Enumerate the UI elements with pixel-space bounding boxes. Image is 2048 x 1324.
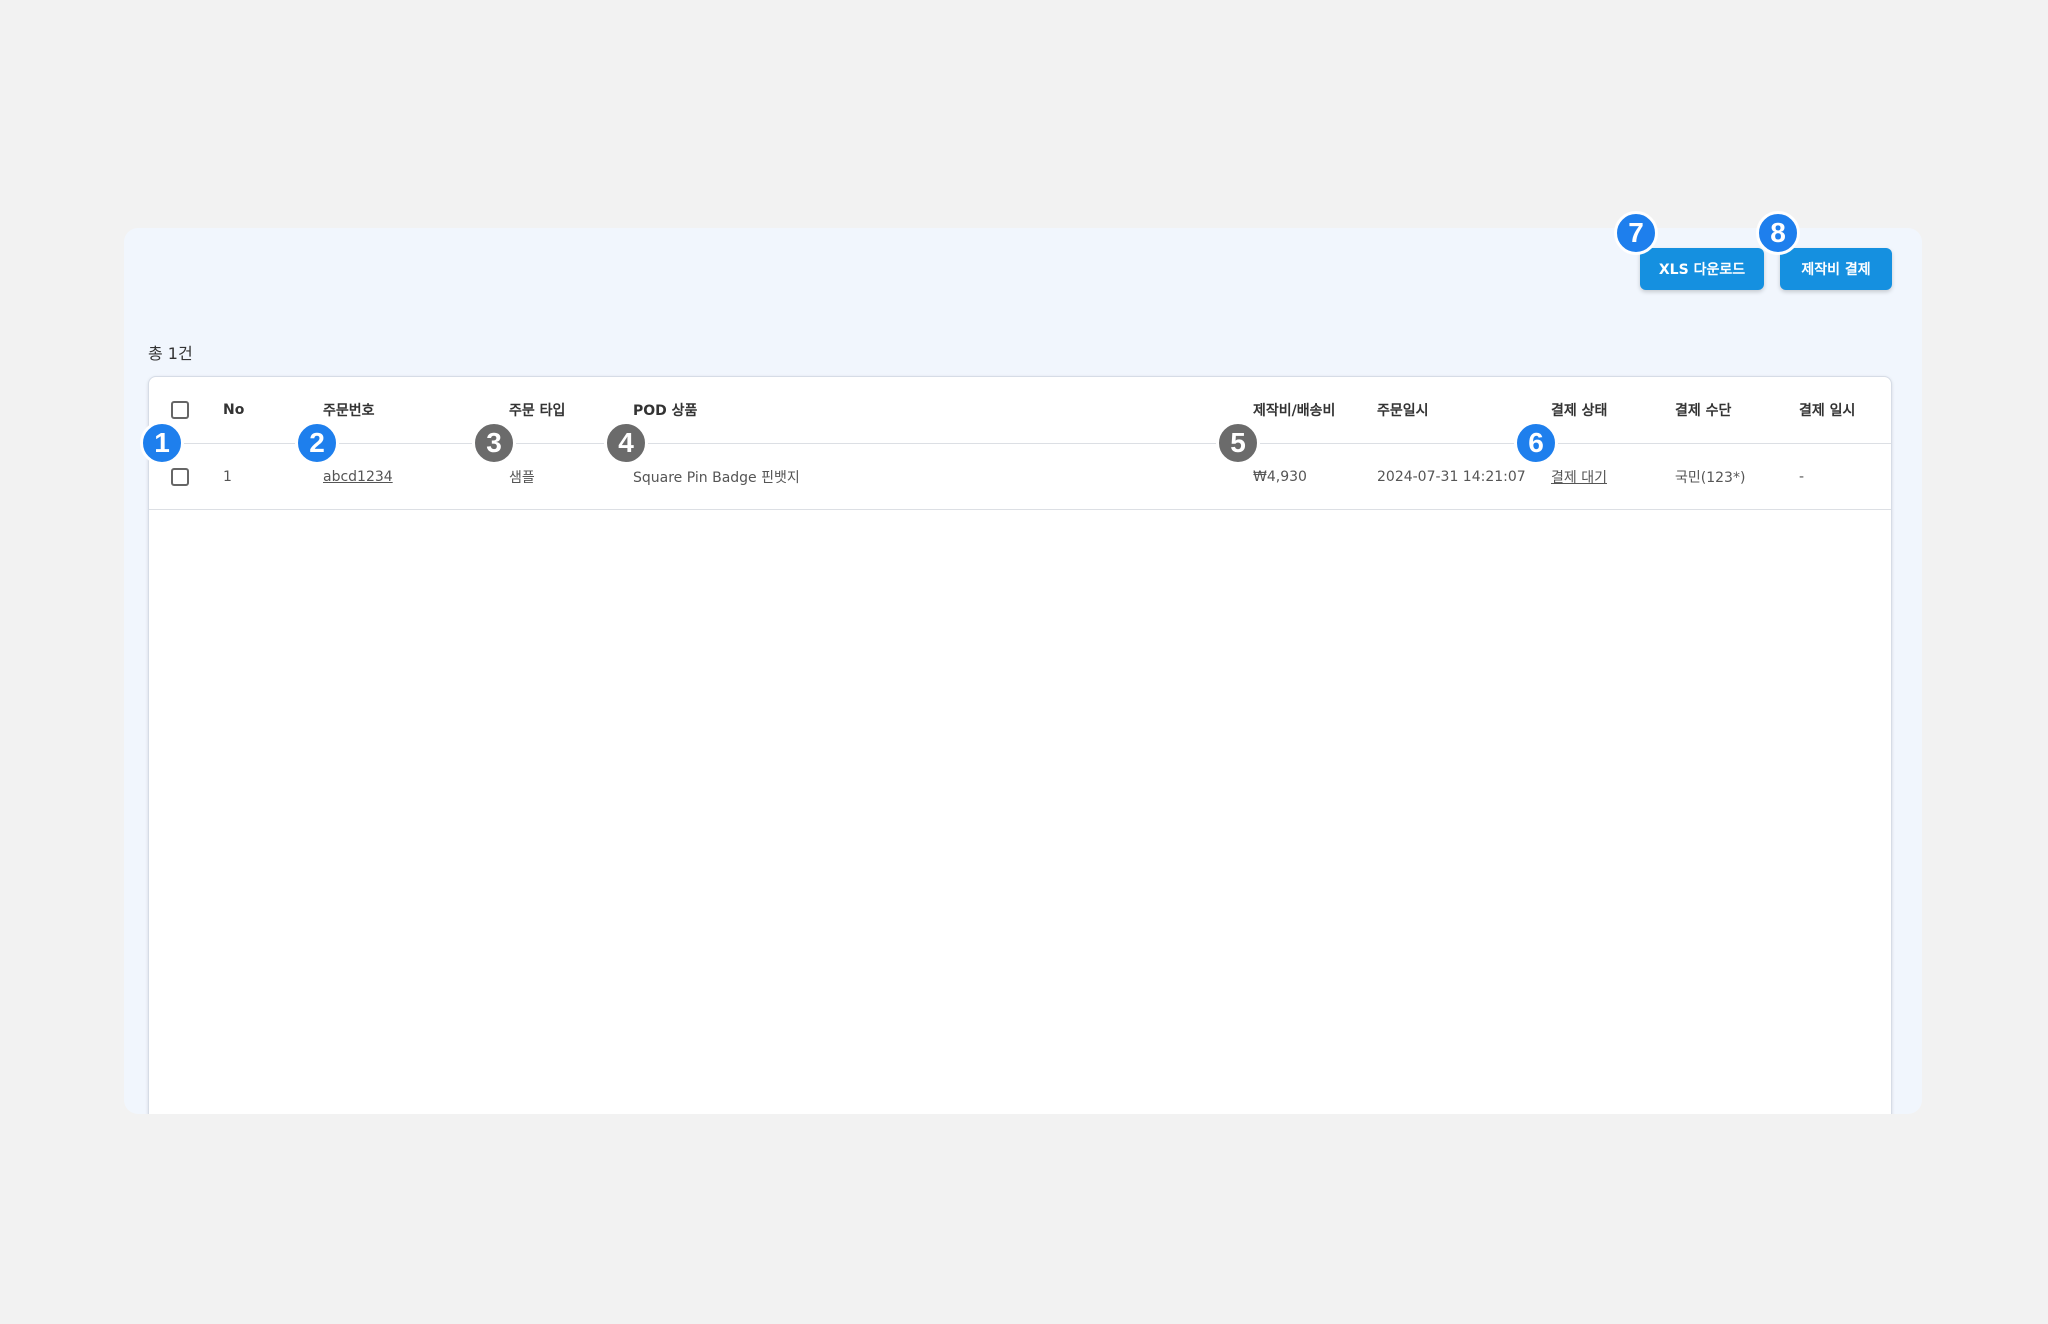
cell-pay-date: -	[1799, 468, 1805, 485]
cell-no: 1	[223, 468, 232, 485]
table-row[interactable]: 1 abcd1234 샘플 Square Pin Badge 핀뱃지 ₩4,93…	[149, 444, 1891, 510]
callout-badge-2: 2	[295, 421, 339, 465]
header-pod-product: POD 상품	[633, 403, 698, 419]
callout-badge-7: 7	[1614, 211, 1658, 255]
header-order-date: 주문일시	[1377, 403, 1429, 419]
header-pay-method: 결제 수단	[1675, 403, 1732, 419]
header-pay-status: 결제 상태	[1551, 403, 1608, 419]
cell-order-type: 샘플	[509, 469, 535, 486]
production-cost-payment-button[interactable]: 제작비 결제	[1780, 248, 1892, 290]
cell-cost: ₩4,930	[1253, 468, 1307, 485]
cell-pod-product: Square Pin Badge 핀뱃지	[633, 469, 800, 486]
pay-status-link[interactable]: 결제 대기	[1551, 467, 1607, 487]
header-cost: 제작비/배송비	[1253, 403, 1336, 419]
order-panel: XLS 다운로드 제작비 결제 총 1건 No 주문번호 주문 타입 POD 상…	[124, 228, 1922, 1114]
callout-badge-1: 1	[140, 421, 184, 465]
total-count: 총 1건	[148, 344, 193, 363]
xls-download-button[interactable]: XLS 다운로드	[1640, 248, 1764, 290]
callout-badge-5: 5	[1216, 421, 1260, 465]
cell-pay-method: 국민(123*)	[1675, 469, 1746, 486]
row-select-checkbox[interactable]	[171, 467, 189, 486]
callout-badge-6: 6	[1514, 421, 1558, 465]
orders-table: No 주문번호 주문 타입 POD 상품 제작비/배송비 주문일시 결제 상태 …	[148, 376, 1892, 1114]
callout-badge-3: 3	[472, 421, 516, 465]
cell-order-date: 2024-07-31 14:21:07	[1377, 468, 1526, 485]
header-order-no: 주문번호	[323, 403, 375, 419]
callout-badge-8: 8	[1756, 211, 1800, 255]
select-all-checkbox[interactable]	[171, 401, 189, 419]
table-header-row: No 주문번호 주문 타입 POD 상품 제작비/배송비 주문일시 결제 상태 …	[149, 377, 1891, 444]
header-no: No	[223, 402, 245, 418]
header-order-type: 주문 타입	[509, 403, 566, 419]
header-pay-date: 결제 일시	[1799, 403, 1856, 419]
callout-badge-4: 4	[604, 421, 648, 465]
order-number-link[interactable]: abcd1234	[323, 469, 393, 485]
